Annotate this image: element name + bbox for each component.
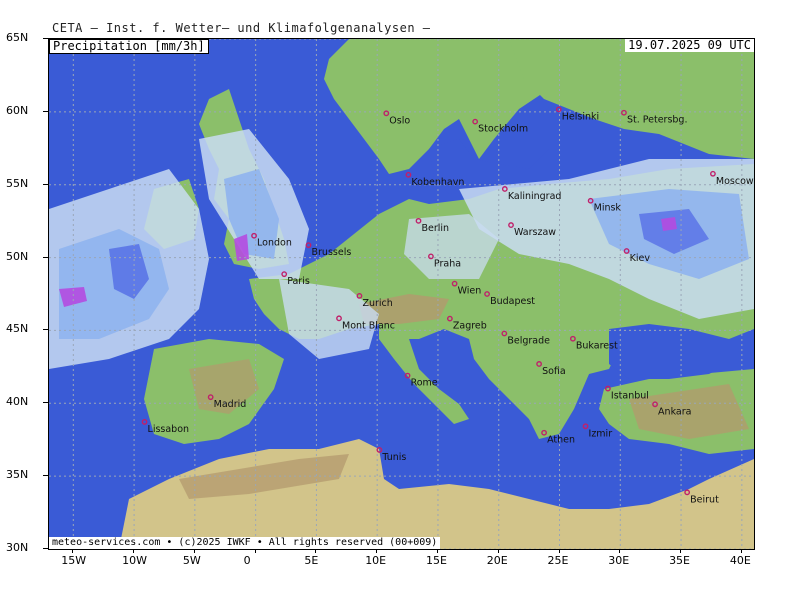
city-label: Moscow bbox=[716, 176, 754, 187]
timestamp: 19.07.2025 09 UTC bbox=[625, 39, 754, 52]
lon-tick-label: 25E bbox=[547, 554, 569, 567]
lat-tick-mark bbox=[43, 548, 48, 549]
lat-tick-label: 35N bbox=[6, 468, 29, 482]
city-label: Budapest bbox=[490, 296, 535, 307]
lat-tick-label: 65N bbox=[6, 31, 29, 44]
city-label: Oslo bbox=[389, 115, 410, 126]
lat-tick-mark bbox=[43, 402, 48, 404]
city-label: Minsk bbox=[594, 203, 622, 214]
city-label: Ankara bbox=[658, 406, 691, 417]
lon-tick-label: 30E bbox=[608, 554, 630, 567]
lat-tick-label: 55N bbox=[6, 176, 29, 190]
lon-tick-mark bbox=[497, 549, 499, 553]
lat-tick-mark bbox=[43, 38, 48, 39]
city-label: Rome bbox=[411, 378, 438, 389]
city-label: Warszaw bbox=[514, 227, 556, 238]
city-label: Kobenhavn bbox=[411, 177, 464, 188]
lon-tick-mark bbox=[558, 549, 560, 553]
lon-tick-label: 35E bbox=[669, 554, 691, 567]
lon-tick-label: 10W bbox=[122, 554, 147, 567]
city-label: Mont Blanc bbox=[342, 320, 395, 331]
layer-label: Precipitation [mm/3h] bbox=[49, 39, 209, 54]
city-label: Lissabon bbox=[148, 424, 190, 435]
lon-tick-mark bbox=[193, 549, 195, 553]
lon-tick-mark bbox=[254, 549, 256, 553]
city-label: Helsinki bbox=[562, 111, 599, 122]
precip-russia-extreme bbox=[661, 217, 677, 231]
lat-tick-label: 50N bbox=[6, 249, 29, 263]
lon-tick-label: 15W bbox=[61, 554, 87, 567]
lon-tick-label: 0 bbox=[243, 554, 251, 567]
city-label: Beirut bbox=[690, 494, 719, 505]
lat-tick-label: 45N bbox=[6, 322, 29, 336]
copyright-notice: meteo-services.com • (c)2025 IWKF • All … bbox=[49, 537, 441, 549]
lon-tick-mark bbox=[376, 549, 378, 553]
city-label: Belgrade bbox=[507, 335, 550, 346]
lon-tick-mark bbox=[619, 549, 621, 553]
lon-tick-label: 10E bbox=[365, 554, 387, 567]
city-label: Istanbul bbox=[611, 391, 649, 402]
lat-tick-mark bbox=[43, 110, 48, 112]
lat-tick-mark bbox=[43, 329, 48, 331]
city-label: Brussels bbox=[312, 247, 352, 258]
lat-tick-label: 60N bbox=[6, 103, 29, 117]
lat-tick-label: 40N bbox=[6, 395, 29, 409]
map-canvas: Oslo Stockholm Helsinki St. Petersbg. Kobenh… bbox=[49, 39, 754, 549]
city-label: Madrid bbox=[214, 399, 247, 410]
city-label: Stockholm bbox=[478, 124, 528, 135]
lon-tick-label: 15E bbox=[425, 554, 447, 567]
city-label: Izmir bbox=[589, 428, 613, 439]
lon-tick-mark bbox=[72, 549, 74, 553]
city-label: Bukarest bbox=[576, 341, 618, 352]
city-label: Berlin bbox=[422, 223, 450, 234]
header-title: CETA — Inst. f. Wetter— und Klimafolgena… bbox=[52, 21, 431, 35]
lon-tick-mark bbox=[133, 549, 135, 553]
lon-tick-label: 20E bbox=[486, 554, 508, 567]
city-label: London bbox=[257, 238, 292, 249]
city-label: Sofia bbox=[542, 366, 566, 377]
lon-tick-mark bbox=[315, 549, 317, 553]
city-label: Zagreb bbox=[453, 321, 487, 332]
lon-tick-label: 5W bbox=[182, 554, 201, 567]
city-label: Athen bbox=[547, 435, 575, 446]
lon-tick-label: 40E bbox=[729, 554, 751, 567]
lat-tick-mark bbox=[43, 256, 48, 258]
precipitation-map[interactable]: Oslo Stockholm Helsinki St. Petersbg. Kobenh… bbox=[48, 38, 755, 550]
lon-tick-label: 5E bbox=[304, 554, 319, 567]
lon-tick-mark bbox=[680, 549, 682, 553]
lat-tick-mark bbox=[43, 475, 48, 477]
city-label: Tunis bbox=[381, 452, 406, 463]
lat-tick-mark bbox=[43, 183, 48, 185]
city-label: Wien bbox=[458, 286, 482, 297]
lat-tick-label: 30N bbox=[6, 541, 29, 554]
city-label: Kiev bbox=[630, 253, 651, 264]
city-label: Paris bbox=[287, 276, 310, 287]
city-label: Praha bbox=[434, 258, 461, 269]
city-label: St. Petersbg. bbox=[627, 115, 688, 126]
lon-tick-mark bbox=[740, 549, 742, 553]
city-label: Kaliningrad bbox=[508, 191, 562, 202]
city-label: Zurich bbox=[362, 298, 392, 309]
lon-tick-mark bbox=[436, 549, 438, 553]
